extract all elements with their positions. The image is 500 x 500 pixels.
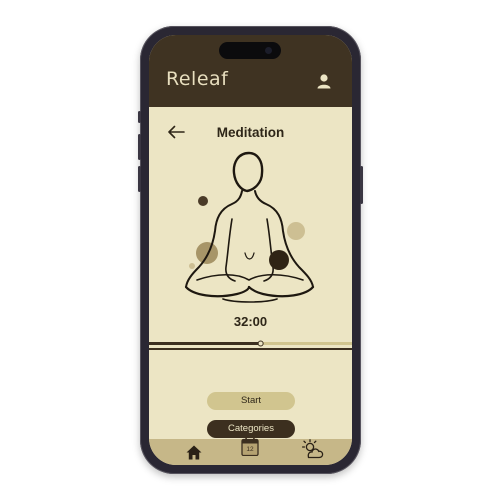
progress-handle[interactable] <box>257 340 264 347</box>
decor-circle-dark <box>269 250 289 270</box>
session-progress-bar[interactable] <box>149 334 352 356</box>
screen: Releaf Meditation 32:00 Start Categories… <box>149 35 352 465</box>
calendar-day-number: 12 <box>246 446 254 453</box>
user-icon[interactable] <box>316 73 332 89</box>
decor-circle-tiny <box>189 263 195 269</box>
categories-button[interactable]: Categories <box>207 420 295 438</box>
decor-circle-small <box>198 196 208 206</box>
meditation-figure-illustration <box>184 151 315 303</box>
start-button[interactable]: Start <box>207 392 295 410</box>
session-timer: 32:00 <box>233 314 268 329</box>
app-header: Releaf <box>149 35 352 107</box>
sun-cloud-icon[interactable] <box>302 439 324 459</box>
decor-circle-left <box>196 242 218 264</box>
home-icon[interactable] <box>186 445 202 460</box>
app-logo: Releaf <box>166 68 229 90</box>
page-title: Meditation <box>216 125 285 140</box>
power-button <box>360 166 363 204</box>
phone-frame: Releaf Meditation 32:00 Start Categories… <box>138 26 363 474</box>
volume-down-button <box>138 166 141 192</box>
decor-circle-right <box>287 222 305 240</box>
dynamic-island <box>219 42 281 59</box>
volume-up-button <box>138 134 141 160</box>
progress-fill <box>149 342 261 345</box>
progress-base-line <box>149 348 352 350</box>
mute-switch <box>138 111 141 123</box>
